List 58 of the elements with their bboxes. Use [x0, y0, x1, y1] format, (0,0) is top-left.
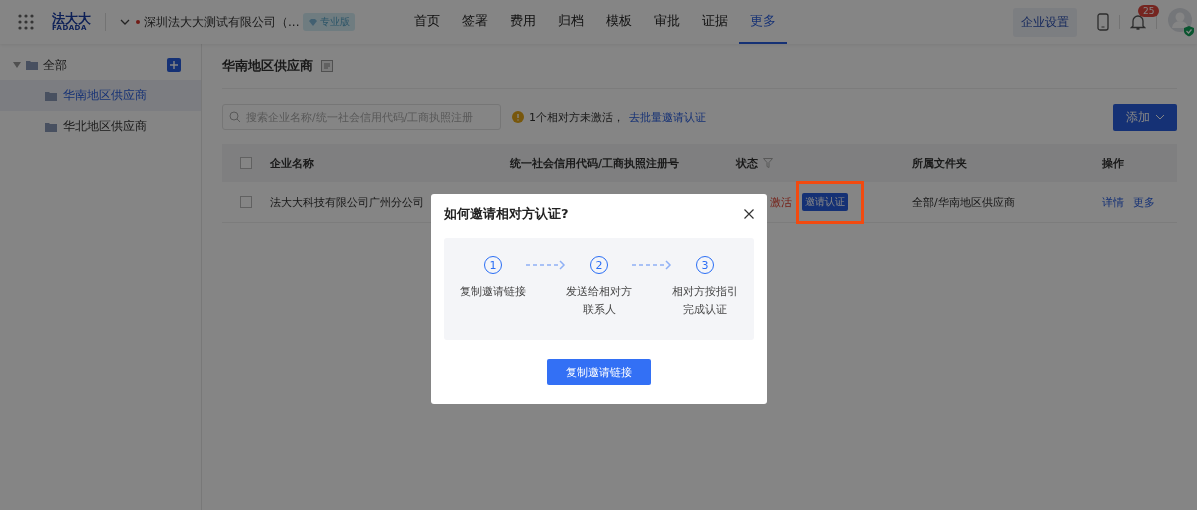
column-header: 所属文件夹: [912, 155, 967, 171]
caret-icon: [1154, 114, 1165, 120]
column-header: 企业名称: [270, 155, 314, 171]
chevron-down-icon[interactable]: [120, 17, 130, 27]
folder-icon: [26, 60, 38, 70]
search-icon: [229, 111, 241, 123]
step-label: 复制邀请链接: [460, 284, 526, 300]
nav-tab[interactable]: 归档: [547, 0, 596, 44]
invite-button[interactable]: 邀请认证: [802, 193, 848, 211]
nav-tab[interactable]: 更多: [739, 0, 788, 44]
checkbox[interactable]: [240, 196, 252, 208]
batch-invite-link[interactable]: 去批量邀请认证: [629, 109, 706, 125]
edition-badge: 专业版: [303, 13, 356, 31]
folder-label: 华北地区供应商: [63, 118, 147, 135]
step-label: 发送给相对方 联系人: [566, 284, 632, 318]
notification-badge: 25: [1138, 4, 1160, 17]
avatar-icon[interactable]: [1167, 7, 1197, 37]
dashed-arrow-icon: [526, 260, 566, 270]
table-cell: 全部/华南地区供应商: [912, 195, 1015, 209]
dialog-title: 如何邀请相对方认证?: [444, 205, 569, 223]
step-label: 相对方按指引 完成认证: [672, 284, 738, 318]
folder-item[interactable]: 华北地区供应商: [0, 111, 201, 142]
folder-icon: [45, 90, 57, 101]
column-header: 状态: [736, 155, 758, 171]
phone-icon[interactable]: [1097, 13, 1109, 31]
notice-text: 1个相对方未激活，: [529, 109, 624, 125]
apps-grid-icon[interactable]: [18, 14, 34, 30]
nav-tab[interactable]: 费用: [499, 0, 548, 44]
row-action-link[interactable]: 更多: [1133, 194, 1155, 210]
column-header: 操作: [1102, 155, 1124, 171]
add-folder-icon[interactable]: [167, 58, 181, 72]
close-icon[interactable]: [744, 209, 754, 219]
expand-triangle-icon[interactable]: [13, 61, 21, 69]
copy-link-button[interactable]: 复制邀请链接: [547, 359, 651, 385]
enterprise-settings-button[interactable]: 企业设置: [1013, 7, 1077, 37]
nav-tab[interactable]: 模板: [595, 0, 644, 44]
folder-label: 华南地区供应商: [63, 87, 147, 104]
status-dot: [136, 20, 140, 24]
filter-icon[interactable]: [763, 158, 773, 168]
dashed-arrow-icon: [632, 260, 672, 270]
folder-icon: [45, 121, 57, 132]
checkbox[interactable]: [240, 157, 252, 169]
add-button[interactable]: 添加: [1113, 103, 1177, 131]
document-icon[interactable]: [321, 60, 333, 72]
row-action-link[interactable]: 详情: [1102, 194, 1124, 210]
page-title: 华南地区供应商: [222, 57, 313, 75]
company-name[interactable]: 深圳法大大测试有限公司（...: [144, 13, 300, 31]
bell-icon[interactable]: [1130, 13, 1146, 31]
nav-tab[interactable]: 首页: [403, 0, 452, 44]
column-header: 统一社会信用代码/工商执照注册号: [510, 155, 680, 171]
folder-item[interactable]: 华南地区供应商: [0, 80, 201, 111]
warning-icon: [512, 111, 524, 123]
nav-tab[interactable]: 审批: [643, 0, 692, 44]
table-cell: 法大大科技有限公司广州分公司: [270, 195, 424, 209]
nav-tab[interactable]: 证据: [691, 0, 740, 44]
nav-tab[interactable]: 签署: [451, 0, 500, 44]
folder-item[interactable]: 全部: [43, 56, 162, 74]
status-text: 激活: [769, 194, 792, 210]
